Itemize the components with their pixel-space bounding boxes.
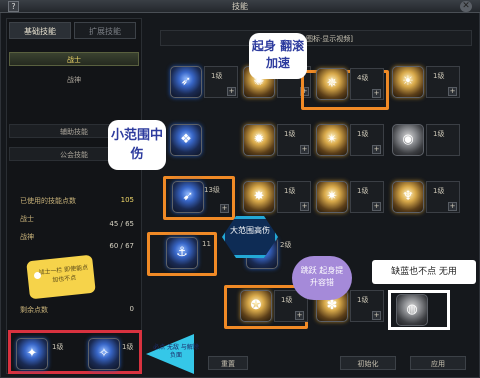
close-button[interactable]: ✕ bbox=[460, 1, 472, 12]
skill-level-box: 1级 bbox=[426, 124, 460, 156]
add-point-button[interactable]: + bbox=[372, 145, 381, 154]
skill-level-box: 2级 bbox=[280, 241, 292, 249]
skill-rune-icon: ✷ bbox=[326, 189, 338, 204]
add-point-button[interactable]: + bbox=[372, 89, 381, 98]
add-point-button[interactable]: + bbox=[220, 204, 229, 213]
used-points-label: 已使用的技能点数 bbox=[20, 197, 76, 205]
skill-node-jump[interactable]: ✪ bbox=[240, 290, 272, 322]
add-point-button[interactable]: + bbox=[227, 87, 236, 96]
initialize-button[interactable]: 初始化 bbox=[340, 356, 396, 370]
skill-rune-icon: ☀ bbox=[402, 74, 414, 89]
skill-rune-icon: ✧ bbox=[98, 346, 110, 361]
remaining-points-label: 剩余点数 bbox=[20, 306, 48, 314]
tab-basic-skills[interactable]: 基础技能 bbox=[9, 22, 71, 39]
reset-button[interactable]: 重置 bbox=[208, 356, 248, 370]
add-point-button[interactable]: + bbox=[448, 87, 457, 96]
add-point-button[interactable]: + bbox=[300, 145, 309, 154]
skill-rune-icon: ✪ bbox=[250, 298, 262, 313]
skill-rune-icon: ➶ bbox=[180, 74, 192, 89]
skill-node[interactable]: ✸ bbox=[243, 181, 275, 213]
annotation-bubble-small-aoe: 小范围中伤 bbox=[108, 120, 166, 170]
note-tag-cyan: 必点 无敌 与解除负面 bbox=[153, 344, 199, 359]
god-points-value: 60 / 67 bbox=[109, 242, 134, 250]
category-war-god[interactable]: 战神 bbox=[9, 73, 139, 87]
skill-rune-icon: ⚓ bbox=[176, 245, 188, 260]
tab-extended-skills[interactable]: 扩展技能 bbox=[74, 22, 136, 39]
help-button[interactable]: ? bbox=[8, 1, 19, 12]
warrior-points-label: 战士 bbox=[20, 215, 34, 223]
used-points-value: 105 bbox=[120, 196, 134, 204]
add-point-button[interactable]: + bbox=[372, 311, 381, 320]
annotation-bubble-useless: 缺蓝也不点 无用 bbox=[372, 260, 476, 284]
skill-node[interactable]: ➶ bbox=[170, 66, 202, 98]
skill-rune-icon: ❖ bbox=[180, 132, 192, 147]
skill-rune-icon: ✵ bbox=[326, 76, 338, 91]
skill-node-mana[interactable]: ◍ bbox=[396, 294, 428, 326]
skill-rune-icon: ✴ bbox=[326, 132, 338, 147]
essential-skill-2[interactable]: ✧ bbox=[88, 338, 120, 370]
annotation-bubble-roll: 起身 翻滚加速 bbox=[249, 33, 307, 79]
skill-rune-icon: ◉ bbox=[402, 132, 414, 147]
god-points-label: 战神 bbox=[20, 233, 34, 241]
skill-level-box: 11 bbox=[202, 240, 211, 248]
skill-node-roll[interactable]: ✵ bbox=[316, 68, 348, 100]
essential-skill-1-level: 1级 bbox=[52, 343, 64, 351]
essential-skill-2-level: 1级 bbox=[122, 343, 134, 351]
skill-node[interactable]: ✷ bbox=[316, 181, 348, 213]
skill-rune-icon: ◍ bbox=[406, 302, 418, 317]
skill-node-big-aoe[interactable]: ⚓ bbox=[166, 237, 198, 269]
add-point-button[interactable]: + bbox=[300, 202, 309, 211]
add-point-button[interactable]: + bbox=[295, 311, 304, 320]
annotation-bubble-big-aoe: 大范围高伤 bbox=[230, 226, 270, 235]
window-title: 技能 bbox=[232, 2, 248, 11]
skill-node[interactable]: ✹ bbox=[243, 124, 275, 156]
skill-node[interactable]: ☀ bbox=[392, 66, 424, 98]
tag-hole-icon bbox=[34, 272, 41, 279]
add-point-button[interactable]: + bbox=[372, 202, 381, 211]
skill-rune-icon: ✦ bbox=[26, 346, 38, 361]
remaining-points-value: 0 bbox=[129, 305, 134, 313]
annotation-bubble-jump: 跳跃 起身提升容错 bbox=[292, 256, 352, 300]
skill-rune-icon: ✹ bbox=[253, 132, 265, 147]
apply-button[interactable]: 应用 bbox=[410, 356, 466, 370]
skill-node[interactable]: ✴ bbox=[316, 124, 348, 156]
skill-rune-icon: ♆ bbox=[402, 189, 414, 204]
skill-node[interactable]: ♆ bbox=[392, 181, 424, 213]
header-text: 图标·显示视频] bbox=[306, 35, 353, 43]
skill-rune-icon: ✸ bbox=[253, 189, 265, 204]
category-warrior[interactable]: 战士 bbox=[9, 52, 139, 66]
essential-skill-1[interactable]: ✦ bbox=[16, 338, 48, 370]
skill-node-locked[interactable]: ◉ bbox=[392, 124, 424, 156]
add-point-button[interactable]: + bbox=[448, 202, 457, 211]
skill-node[interactable]: ❖ bbox=[170, 124, 202, 156]
warrior-points-value: 45 / 65 bbox=[109, 220, 134, 228]
